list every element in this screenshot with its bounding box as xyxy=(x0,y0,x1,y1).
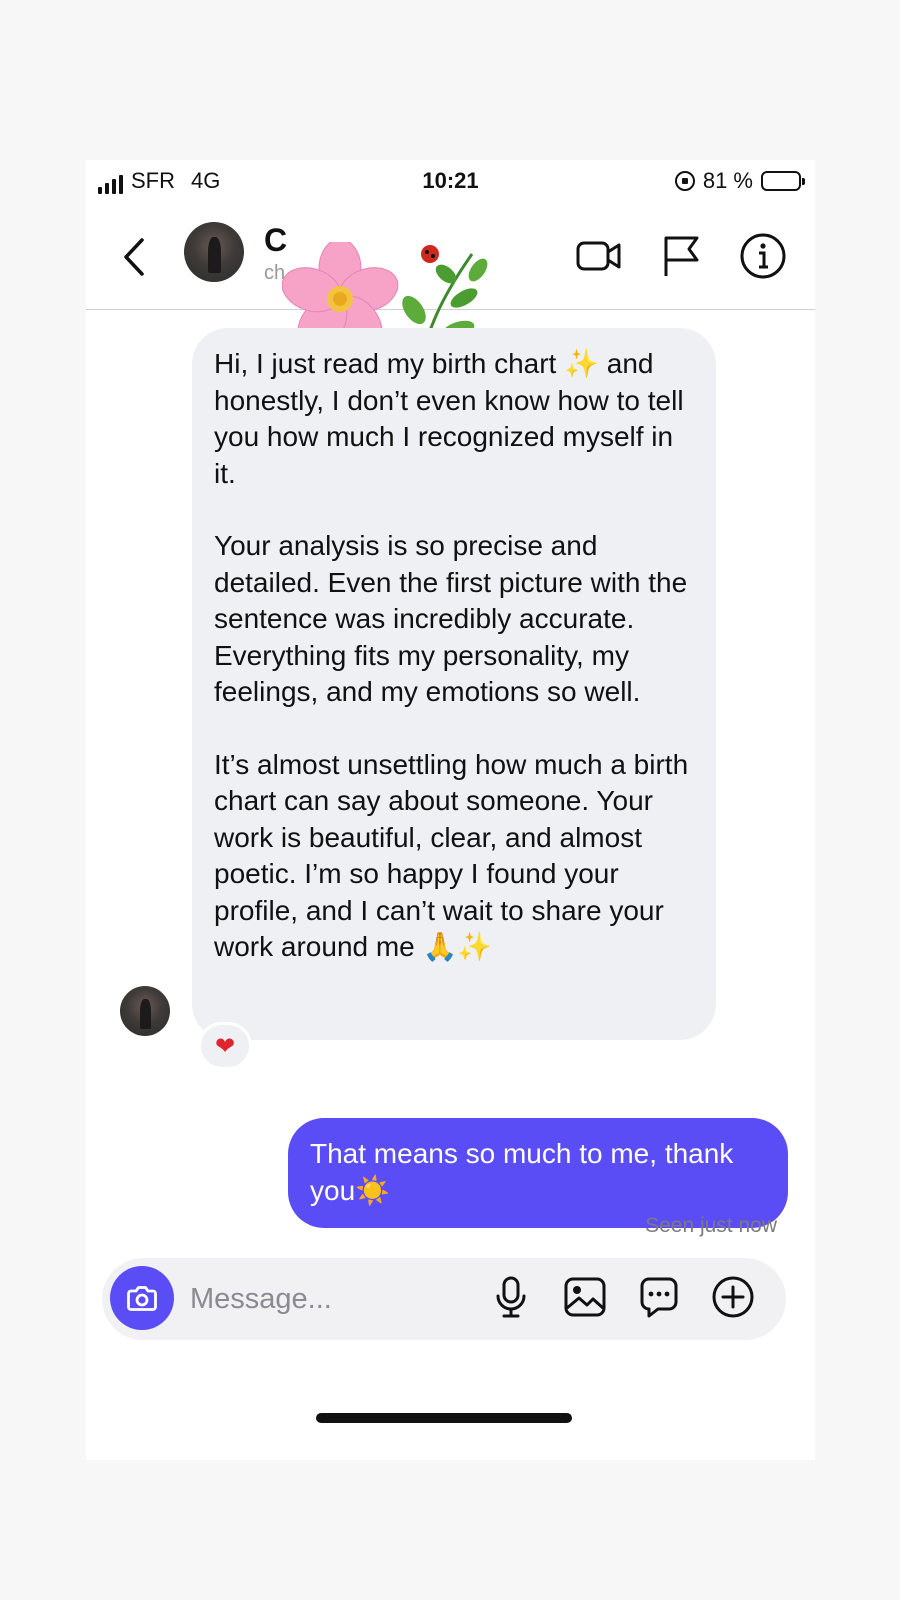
composer-actions xyxy=(488,1274,756,1320)
phone-screen: SFR 4G 10:21 81 % C ch Hi, I just read m… xyxy=(86,160,815,1460)
heart-reaction[interactable]: ❤ xyxy=(198,1022,252,1070)
seen-status: Seen just now xyxy=(645,1214,777,1237)
battery-percent: 81 % xyxy=(702,168,753,193)
info-icon[interactable] xyxy=(739,232,787,280)
message-composer xyxy=(102,1258,786,1340)
home-indicator[interactable] xyxy=(316,1413,572,1423)
status-right: 81 % xyxy=(674,168,805,194)
rotation-lock-icon xyxy=(674,171,695,191)
message-input[interactable] xyxy=(190,1278,490,1320)
sender-avatar[interactable] xyxy=(120,986,170,1036)
camera-icon xyxy=(127,1286,157,1311)
camera-button[interactable] xyxy=(110,1266,174,1330)
outgoing-message-bubble[interactable]: That means so much to me, thank you☀️ xyxy=(288,1118,788,1228)
message-paragraph: Your analysis is so precise and detailed… xyxy=(214,530,695,707)
message-paragraph: It’s almost unsettling how much a birth … xyxy=(214,748,696,963)
back-chevron-icon[interactable] xyxy=(114,232,154,282)
header-actions xyxy=(575,232,787,280)
video-call-icon[interactable] xyxy=(575,232,623,280)
chat-header: C ch xyxy=(86,210,815,355)
add-icon[interactable] xyxy=(710,1274,756,1320)
flag-icon[interactable] xyxy=(657,232,705,280)
contact-avatar[interactable] xyxy=(184,222,244,282)
battery-icon xyxy=(761,171,805,191)
message-paragraph: Hi, I just read my birth chart ✨ and hon… xyxy=(214,348,692,489)
incoming-message-bubble[interactable]: Hi, I just read my birth chart ✨ and hon… xyxy=(192,328,716,1040)
sticker-chat-icon[interactable] xyxy=(636,1274,682,1320)
heart-icon: ❤ xyxy=(214,1032,236,1060)
gallery-icon[interactable] xyxy=(562,1274,608,1320)
microphone-icon[interactable] xyxy=(488,1274,534,1320)
status-bar: SFR 4G 10:21 81 % xyxy=(86,160,815,204)
